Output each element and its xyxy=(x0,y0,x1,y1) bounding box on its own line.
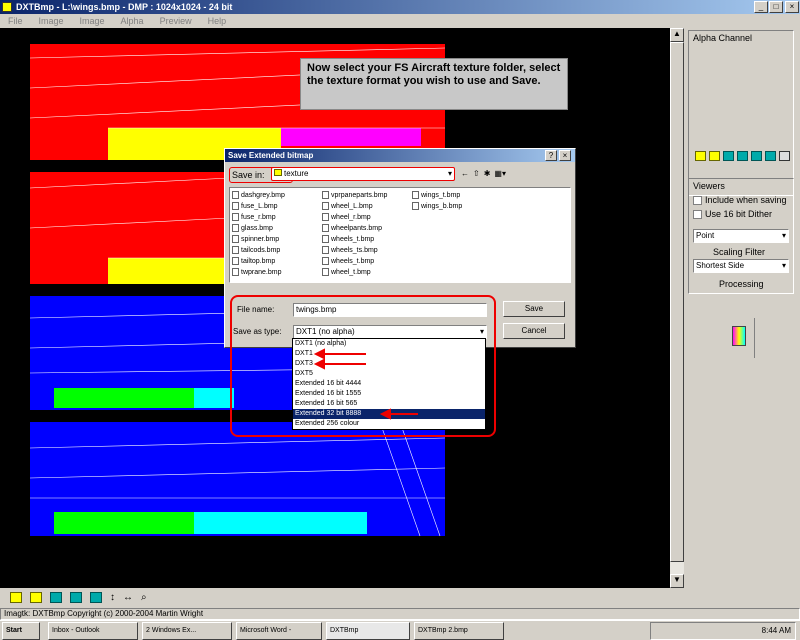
annotation-arrows xyxy=(313,348,418,420)
